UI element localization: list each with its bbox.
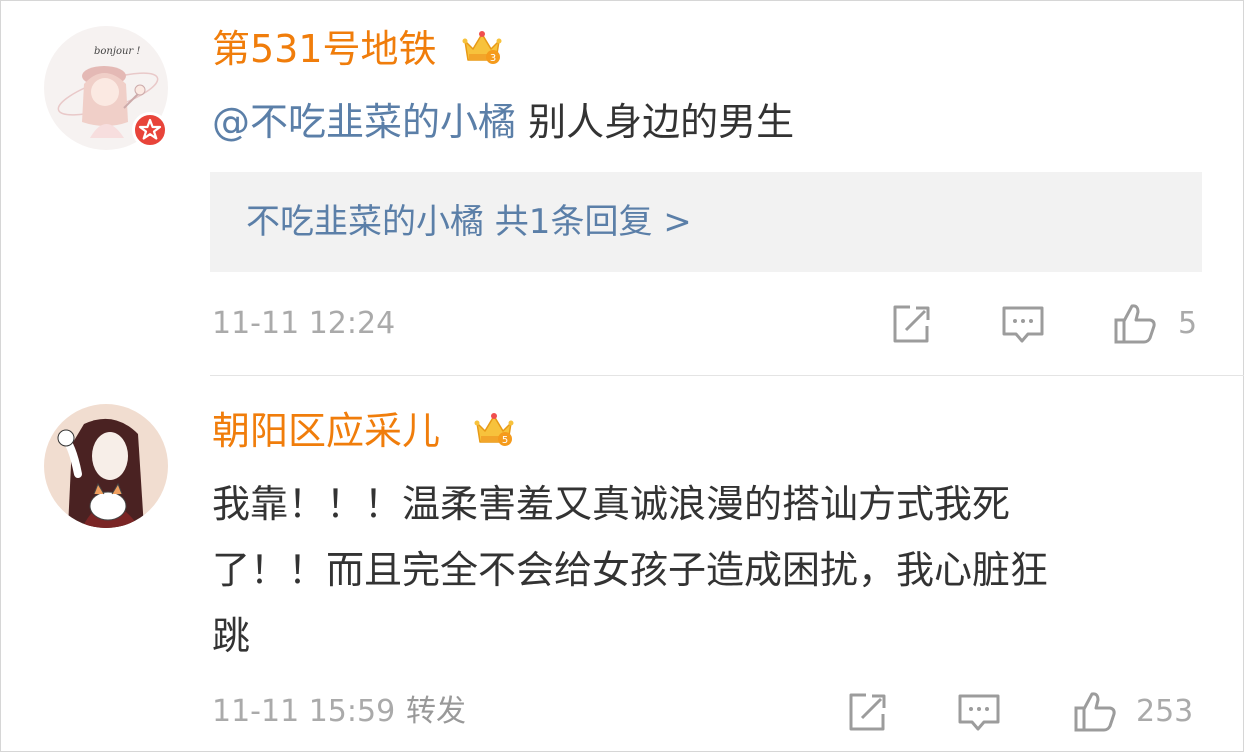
like-icon[interactable] xyxy=(1072,688,1118,734)
comment-text-line: 跳 xyxy=(212,614,251,658)
comment-text-line: 了！！而且完全不会给女孩子造成困扰，我心脏狂 xyxy=(212,548,1049,592)
crown-icon: 5 xyxy=(474,413,514,446)
like-count: 253 xyxy=(1136,694,1194,729)
forward-link[interactable]: 转发 xyxy=(406,694,466,730)
comment-text: @不吃韭菜的小橘 别人身边的男生 xyxy=(212,92,794,152)
username[interactable]: 第531号地铁 xyxy=(212,26,437,72)
crown-icon: 3 xyxy=(462,31,502,64)
comment-divider xyxy=(210,375,1244,376)
edit-icon[interactable] xyxy=(844,690,890,736)
avatar-caption: bonjour ! xyxy=(94,46,140,57)
crown-level: 5 xyxy=(502,435,508,446)
avatar[interactable] xyxy=(44,404,168,528)
girl-with-cat-avatar-illustration xyxy=(57,418,144,528)
comment-body: 别人身边的男生 xyxy=(516,100,795,144)
reply-summary-link[interactable]: 不吃韭菜的小橘 共1条回复 > xyxy=(246,202,692,242)
comment-text-line: 我靠！！！温柔害羞又真诚浪漫的搭讪方式我死 xyxy=(212,482,1011,526)
comment-icon[interactable] xyxy=(956,690,1002,736)
timestamp: 11-11 15:59 xyxy=(212,694,396,729)
comment-icon[interactable] xyxy=(1000,302,1046,348)
mention-link[interactable]: @不吃韭菜的小橘 xyxy=(212,100,516,144)
reply-summary-box[interactable]: 不吃韭菜的小橘 共1条回复 > xyxy=(210,172,1202,272)
like-icon[interactable] xyxy=(1112,300,1158,346)
timestamp: 11-11 12:24 xyxy=(212,306,396,341)
crown-level: 3 xyxy=(490,53,496,64)
username[interactable]: 朝阳区应采儿 xyxy=(212,408,440,454)
like-count: 5 xyxy=(1178,306,1198,341)
verified-star-icon xyxy=(132,112,168,148)
edit-icon[interactable] xyxy=(888,302,934,348)
